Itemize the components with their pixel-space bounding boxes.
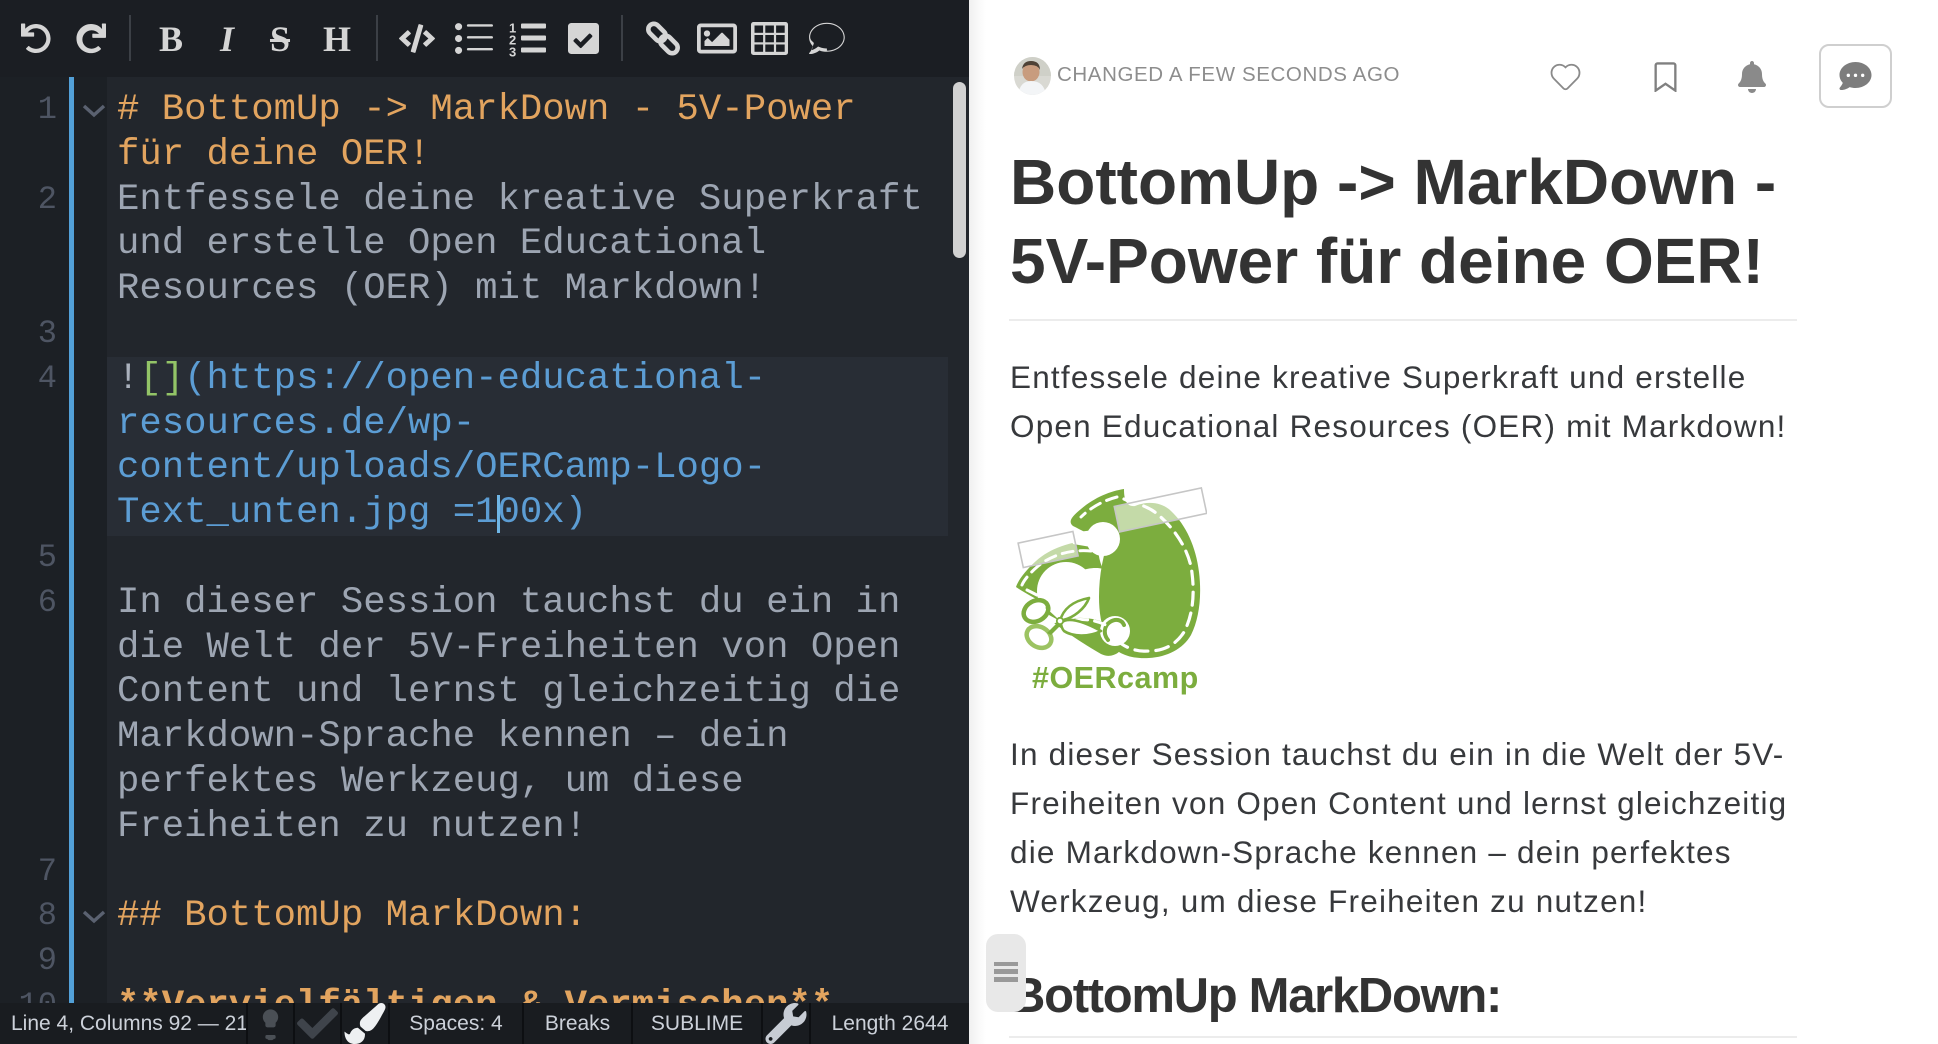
svg-text:3: 3 bbox=[509, 45, 516, 60]
